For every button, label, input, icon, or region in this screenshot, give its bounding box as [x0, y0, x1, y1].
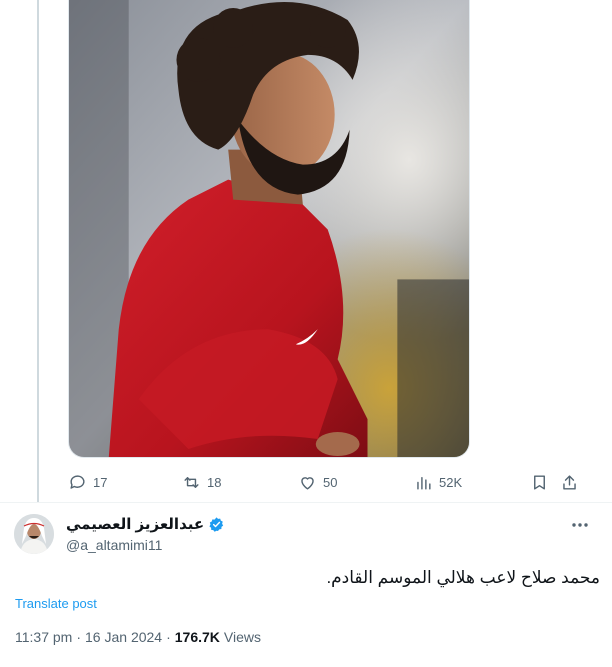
- bookmark-icon: [534, 474, 545, 490]
- display-name-row[interactable]: عبدالعزيز العصيمي: [66, 515, 225, 533]
- tweet-views-label: Views: [223, 629, 262, 645]
- tweet-time[interactable]: 11:37 pm: [15, 629, 72, 645]
- share-button[interactable]: [560, 470, 579, 494]
- repost-button[interactable]: 18: [182, 470, 221, 494]
- tweet-action-bar: 17 18 50 52K: [68, 470, 588, 494]
- analytics-icon: [417, 476, 431, 490]
- views-count: 52K: [439, 474, 463, 490]
- tweet-text: محمد صلاح لاعب هلالي الموسم القادم.: [326, 568, 600, 587]
- like-button[interactable]: 50: [298, 470, 337, 494]
- more-options-icon[interactable]: [570, 518, 590, 532]
- tweet-views-count: 176.7K: [174, 629, 220, 645]
- tweet-author: عبدالعزيز العصيمي @a_altamimi11: [14, 512, 594, 558]
- reply-count: 17: [93, 474, 108, 490]
- display-name[interactable]: عبدالعزيز العصيمي: [66, 515, 204, 533]
- like-count: 50: [323, 474, 338, 490]
- reply-button[interactable]: 17: [68, 470, 107, 494]
- tweet-meta: 11:37 pm · 16 Jan 2024 · 176.7K Views: [15, 629, 261, 645]
- player-photo: [69, 0, 469, 457]
- views-button[interactable]: 52K: [414, 470, 462, 494]
- tweet-media-image[interactable]: [68, 0, 470, 458]
- reply-icon: [70, 474, 85, 489]
- meta-separator: ·: [166, 629, 171, 645]
- avatar[interactable]: [14, 514, 54, 554]
- tweet-date[interactable]: 16 Jan 2024: [85, 629, 162, 645]
- tweet-divider: [0, 502, 612, 503]
- repost-icon: [184, 476, 199, 488]
- translate-post-link[interactable]: Translate post: [15, 596, 97, 611]
- thread-connector-line: [37, 0, 39, 502]
- meta-separator: ·: [76, 629, 82, 645]
- share-icon: [563, 474, 576, 490]
- verified-badge-icon: [209, 516, 224, 532]
- avatar-image: [14, 514, 54, 554]
- repost-count: 18: [207, 474, 222, 490]
- bookmark-button[interactable]: [530, 470, 549, 494]
- author-handle[interactable]: @a_altamimi11: [66, 537, 225, 553]
- author-names: عبدالعزيز العصيمي @a_altamimi11: [66, 515, 225, 553]
- heart-icon: [301, 476, 314, 490]
